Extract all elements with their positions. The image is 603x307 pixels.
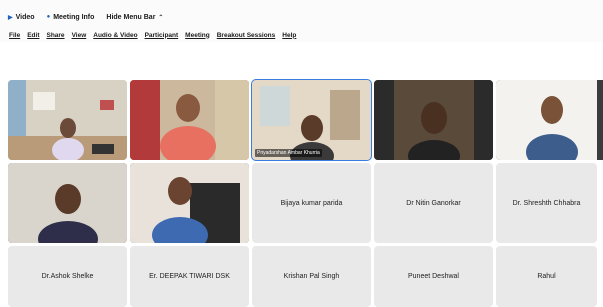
video-button[interactable]: ▶ Video bbox=[8, 14, 35, 21]
menu-meeting[interactable]: Meeting bbox=[185, 32, 210, 39]
participant-name: Er. DEEPAK TIWARI DSK bbox=[149, 273, 230, 280]
menu-bar: File Edit Share View Audio & Video Parti… bbox=[0, 28, 603, 42]
top-bar-row: ▶ Video ● Meeting Info Hide Menu Bar ⌃ bbox=[8, 11, 175, 23]
participant-video-feed bbox=[374, 80, 493, 160]
meeting-info-button[interactable]: ● Meeting Info bbox=[47, 14, 95, 21]
participant-video-tile-active-speaker[interactable]: Priyadarshan Ambar Khurria bbox=[251, 79, 372, 161]
participant-tile[interactable]: Dr. Shreshth Chhabra bbox=[496, 163, 597, 243]
participant-tile[interactable]: Krishan Pal Singh bbox=[252, 246, 371, 307]
participant-video-tile[interactable] bbox=[8, 163, 127, 243]
participant-name: Puneet Deshwal bbox=[408, 273, 459, 280]
participant-video-feed bbox=[8, 163, 127, 243]
meeting-info-label: Meeting Info bbox=[53, 13, 95, 21]
menu-edit[interactable]: Edit bbox=[27, 32, 39, 39]
participant-video-tile[interactable] bbox=[496, 80, 603, 160]
menu-breakout-sessions[interactable]: Breakout Sessions bbox=[217, 32, 276, 39]
participant-video-tile[interactable] bbox=[374, 80, 493, 160]
video-camera-icon: ▶ bbox=[8, 14, 13, 21]
menu-audio-video[interactable]: Audio & Video bbox=[93, 32, 137, 39]
participant-tile[interactable]: Er. DEEPAK TIWARI DSK bbox=[130, 246, 249, 307]
participant-tile[interactable]: Dr Nitin Ganorkar bbox=[374, 163, 493, 243]
participant-name: Dr. Shreshth Chhabra bbox=[512, 199, 581, 207]
chevron-up-icon: ⌃ bbox=[158, 14, 164, 21]
participant-video-tile[interactable] bbox=[130, 80, 249, 160]
menu-view[interactable]: View bbox=[72, 32, 87, 39]
participant-tile[interactable]: Bijaya kumar parida bbox=[252, 163, 371, 243]
participant-name: Bijaya kumar parida bbox=[280, 199, 343, 207]
participant-video-feed bbox=[496, 80, 597, 160]
top-bar: ▶ Video ● Meeting Info Hide Menu Bar ⌃ bbox=[0, 0, 603, 28]
participant-video-feed bbox=[8, 80, 127, 160]
participant-name: Dr Nitin Ganorkar bbox=[406, 199, 461, 207]
participant-video-tile[interactable] bbox=[8, 80, 127, 160]
participant-video-feed bbox=[130, 80, 249, 160]
participant-name: Dr.Ashok Shelke bbox=[41, 273, 94, 280]
hide-menu-bar-label: Hide Menu Bar bbox=[106, 13, 156, 21]
participant-video-tile[interactable] bbox=[130, 163, 249, 243]
participant-tile[interactable]: Puneet Deshwal bbox=[374, 246, 493, 307]
video-label: Video bbox=[15, 13, 35, 21]
participant-video-feed bbox=[252, 80, 371, 160]
hide-menu-bar-button[interactable]: Hide Menu Bar ⌃ bbox=[106, 14, 163, 21]
participant-video-feed bbox=[130, 163, 249, 243]
participant-tile[interactable]: Dr.Ashok Shelke bbox=[8, 246, 127, 307]
menu-participant[interactable]: Participant bbox=[145, 32, 179, 39]
stage-header-space bbox=[0, 42, 603, 78]
menu-file[interactable]: File bbox=[9, 32, 20, 39]
menu-help[interactable]: Help bbox=[282, 32, 296, 39]
info-icon: ● bbox=[46, 14, 51, 20]
participant-name: Krishan Pal Singh bbox=[283, 273, 340, 280]
menu-share[interactable]: Share bbox=[46, 32, 64, 39]
participant-name-tag: Priyadarshan Ambar Khurria bbox=[255, 149, 322, 157]
participant-name: Rahul bbox=[537, 273, 556, 280]
participant-tile[interactable]: Rahul bbox=[496, 246, 597, 307]
